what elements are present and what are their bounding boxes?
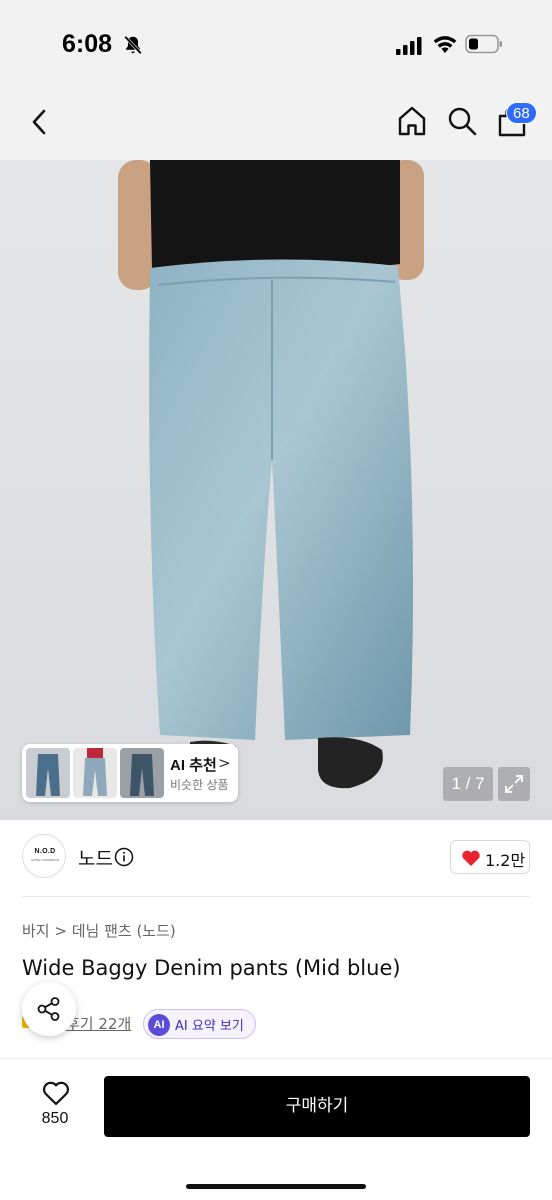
- back-button[interactable]: [24, 104, 54, 140]
- ai-recommend-subtitle: 비슷한 상품: [170, 778, 229, 792]
- ai-summary-button[interactable]: AI AI 요약 보기: [143, 1009, 256, 1039]
- product-photo: [0, 160, 552, 820]
- ai-summary-label: AI 요약 보기: [175, 1019, 244, 1034]
- buy-button[interactable]: 구매하기: [104, 1076, 530, 1137]
- ai-recommend-card[interactable]: AI 추천 > 비슷한 상품: [22, 744, 238, 802]
- wishlist-count: 850: [41, 1110, 69, 1127]
- brand-logo-subtext: NOISE OVERDRIVE: [31, 858, 59, 862]
- divider: [22, 896, 530, 897]
- status-bar: 6:08: [0, 0, 552, 90]
- recommended-product-thumbnail[interactable]: [26, 748, 70, 798]
- chevron-left-icon: [32, 109, 46, 135]
- recommended-product-thumbnail[interactable]: [73, 748, 117, 798]
- product-title: Wide Baggy Denim pants (Mid blue): [22, 956, 401, 980]
- home-icon[interactable]: [396, 104, 428, 138]
- wifi-icon: [433, 36, 457, 53]
- category-breadcrumb[interactable]: 바지 > 데님 팬츠 (노드): [22, 920, 176, 941]
- review-count-link[interactable]: 후기 22개: [66, 1013, 131, 1034]
- cart-count-badge: 68: [506, 102, 537, 124]
- brand-logo-text: N.O.D: [34, 848, 56, 855]
- ai-recommend-title: AI 추천: [170, 757, 217, 774]
- bell-slash-icon: [124, 35, 142, 55]
- search-icon[interactable]: [446, 104, 478, 138]
- chevron-right-icon: >: [218, 754, 231, 772]
- product-image[interactable]: [0, 160, 552, 820]
- wishlist-button[interactable]: 850: [30, 1078, 80, 1134]
- heart-outline-icon: [43, 1081, 69, 1106]
- cellular-signal-icon: [396, 37, 422, 55]
- divider: [0, 1058, 552, 1059]
- top-navigation-bar: 68: [0, 90, 552, 160]
- expand-icon: [505, 775, 523, 793]
- image-page-indicator: 1 / 7: [443, 767, 493, 801]
- ai-icon: AI: [148, 1014, 170, 1036]
- brand-like-count: 1.2만: [485, 851, 526, 870]
- heart-filled-icon: [462, 850, 480, 866]
- brand-like-button[interactable]: 1.2만: [450, 840, 530, 874]
- recommended-product-thumbnail[interactable]: [120, 748, 164, 798]
- share-icon: [37, 997, 60, 1021]
- home-indicator: [186, 1184, 366, 1189]
- status-time: 6:08: [62, 30, 113, 58]
- expand-image-button[interactable]: [498, 767, 530, 801]
- brand-logo[interactable]: N.O.D NOISE OVERDRIVE: [22, 834, 66, 878]
- brand-name[interactable]: 노드: [78, 844, 113, 871]
- share-button[interactable]: [22, 982, 76, 1036]
- battery-icon: [465, 34, 502, 54]
- info-icon[interactable]: [114, 847, 134, 867]
